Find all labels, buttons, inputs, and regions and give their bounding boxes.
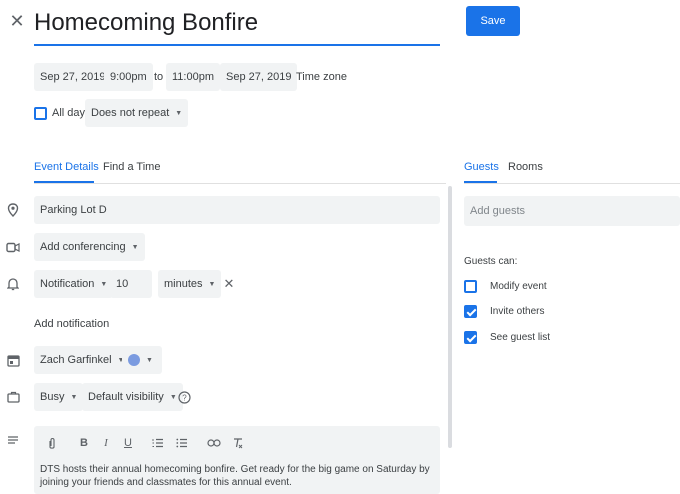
close-icon[interactable]: ✕	[8, 11, 26, 31]
notification-type-dropdown[interactable]: Notification ▼	[34, 270, 114, 298]
modify-event-checkbox[interactable]	[464, 280, 477, 293]
tab-guests[interactable]: Guests	[464, 161, 499, 173]
notification-unit-value: minutes	[164, 278, 203, 290]
start-date-text: Sep 27, 2019	[40, 71, 106, 83]
panel-scrollbar[interactable]	[448, 186, 452, 448]
notification-value: 10	[116, 278, 129, 290]
location-input[interactable]: Parking Lot D	[34, 196, 440, 224]
see-guest-list-label: See guest list	[490, 332, 551, 343]
timezone-link[interactable]: Time zone	[296, 71, 347, 83]
calendar-owner-dropdown[interactable]: Zach Garfinkel ▼	[34, 346, 131, 374]
invite-others-checkbox[interactable]	[464, 305, 477, 318]
end-date-field[interactable]: Sep 27, 2019	[220, 63, 298, 91]
end-time-text: 11:00pm	[172, 71, 214, 83]
availability-value: Busy	[40, 391, 65, 403]
tabs-divider	[34, 183, 446, 184]
italic-icon[interactable]: I	[98, 435, 114, 451]
repeat-value: Does not repeat	[91, 107, 170, 119]
see-guest-list-checkbox[interactable]	[464, 331, 477, 344]
briefcase-icon	[6, 390, 20, 404]
availability-dropdown[interactable]: Busy ▼	[34, 383, 84, 411]
help-icon[interactable]: ?	[177, 390, 191, 404]
title-field[interactable]: Homecoming Bonfire	[34, 8, 440, 46]
chevron-down-icon: ▼	[131, 243, 139, 251]
attachment-icon[interactable]	[44, 435, 60, 451]
notification-type-value: Notification	[40, 278, 95, 290]
tab-event-details[interactable]: Event Details	[34, 161, 99, 173]
visibility-value: Default visibility	[88, 391, 164, 403]
right-tabs-divider	[464, 183, 680, 184]
description-editor[interactable]: B I U DTS hosts their annual homecoming …	[34, 426, 440, 494]
repeat-dropdown[interactable]: Does not repeat ▼	[85, 99, 189, 127]
add-notification-link[interactable]: Add notification	[34, 318, 109, 330]
add-guests-placeholder: Add guests	[470, 205, 526, 217]
notification-unit-dropdown[interactable]: minutes ▼	[158, 270, 222, 298]
start-date-field[interactable]: Sep 27, 2019	[34, 63, 112, 91]
calendar-owner-value: Zach Garfinkel	[40, 354, 112, 366]
add-guests-input[interactable]: Add guests	[464, 196, 680, 226]
save-button-label: Save	[480, 15, 506, 27]
notification-value-input[interactable]: 10	[110, 270, 152, 298]
all-day-label: All day	[52, 107, 86, 119]
end-date-text: Sep 27, 2019	[226, 71, 292, 83]
numbered-list-icon[interactable]	[150, 435, 166, 451]
description-icon	[6, 435, 20, 447]
event-title: Homecoming Bonfire	[34, 9, 259, 36]
chevron-down-icon: ▼	[169, 393, 177, 401]
start-time-text: 9:00pm	[110, 71, 147, 83]
bell-icon	[6, 277, 20, 291]
chevron-down-icon: ▼	[175, 109, 183, 117]
guests-can-label: Guests can:	[464, 256, 518, 267]
remove-notification-icon[interactable]: ✕	[222, 276, 236, 291]
save-button[interactable]: Save	[466, 6, 520, 36]
svg-text:?: ?	[182, 393, 187, 402]
modify-event-label: Modify event	[490, 281, 547, 292]
tab-rooms[interactable]: Rooms	[508, 161, 543, 173]
chevron-down-icon: ▼	[146, 356, 153, 364]
bulleted-list-icon[interactable]	[174, 435, 190, 451]
event-color-swatch	[128, 354, 140, 366]
tab-find-a-time[interactable]: Find a Time	[103, 161, 160, 173]
event-color-dropdown[interactable]: ▼	[122, 346, 162, 374]
conferencing-label: Add conferencing	[40, 241, 126, 253]
invite-others-label: Invite others	[490, 306, 545, 317]
location-value: Parking Lot D	[40, 204, 107, 216]
underline-icon[interactable]: U	[120, 435, 136, 451]
description-text: DTS hosts their annual homecoming bonfir…	[40, 464, 430, 488]
calendar-icon	[6, 353, 20, 367]
chevron-down-icon: ▼	[70, 393, 78, 401]
link-icon[interactable]	[206, 435, 222, 451]
end-time-field[interactable]: 11:00pm	[166, 63, 220, 91]
bold-icon[interactable]: B	[76, 435, 92, 451]
visibility-dropdown[interactable]: Default visibility ▼	[82, 383, 183, 411]
clear-formatting-icon[interactable]	[230, 435, 246, 451]
start-time-field[interactable]: 9:00pm	[104, 63, 153, 91]
to-label: to	[154, 71, 164, 83]
chevron-down-icon: ▼	[208, 280, 216, 288]
video-icon	[6, 241, 20, 253]
add-conferencing-dropdown[interactable]: Add conferencing ▼	[34, 233, 145, 261]
chevron-down-icon: ▼	[100, 280, 108, 288]
all-day-checkbox[interactable]	[34, 107, 47, 120]
location-pin-icon	[6, 203, 20, 217]
